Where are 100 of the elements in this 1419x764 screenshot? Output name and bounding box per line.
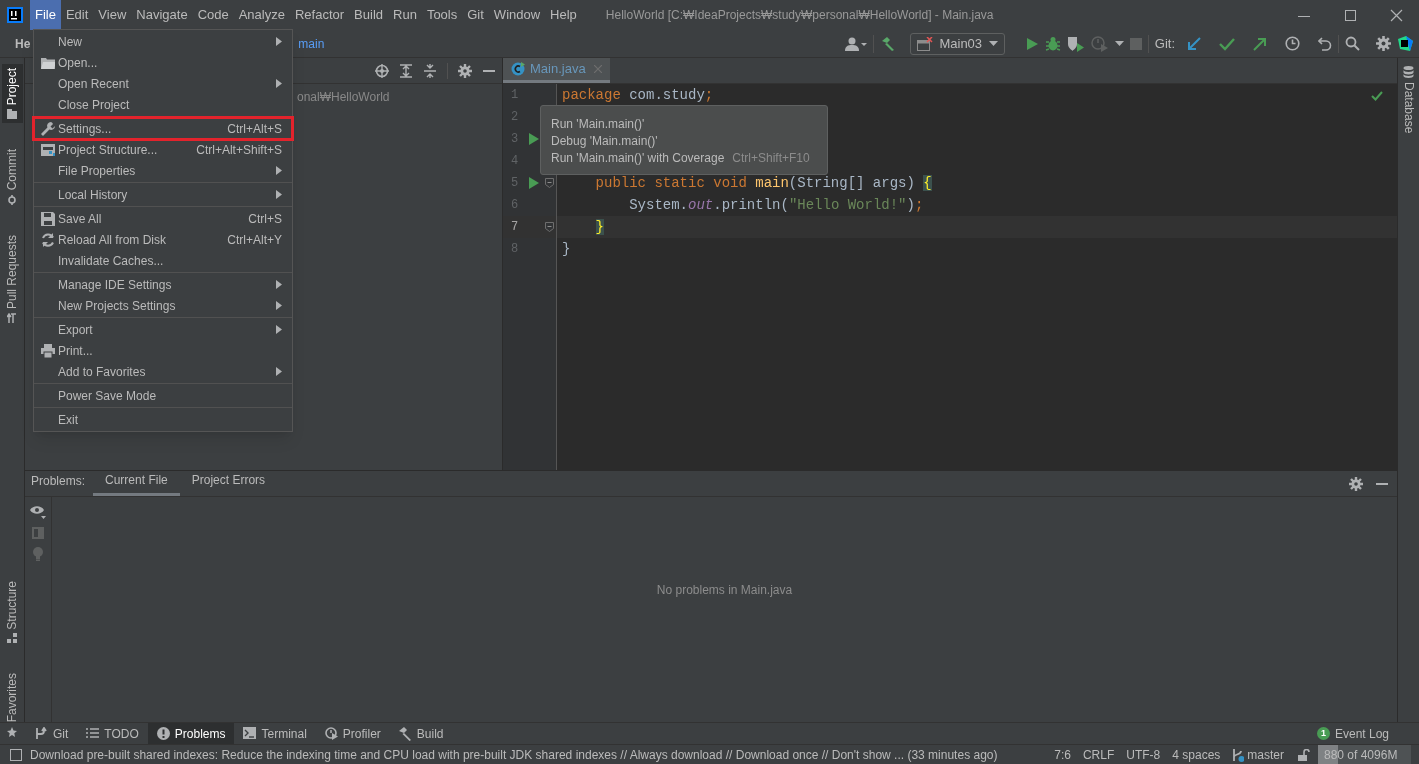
menu-item[interactable]: Code [192,0,234,30]
menu-item[interactable]: Open... [34,52,292,73]
tool-window-tab[interactable]: Build [389,723,453,744]
menu-item[interactable]: View [93,0,132,30]
event-log-button[interactable]: 1 Event Log [1316,723,1419,744]
code-line: } [562,239,571,259]
expand-all-icon[interactable] [399,63,413,78]
user-icon[interactable] [844,36,867,51]
menu-item[interactable]: Add to Favorites [34,361,292,382]
terminal-icon [243,726,257,741]
line-separator[interactable]: CRLF [1076,745,1121,764]
settings-icon[interactable] [1376,36,1391,51]
menu-item[interactable]: Local History [34,184,292,205]
settings-icon[interactable] [458,63,472,78]
menu-item[interactable]: Window [488,0,546,30]
shortcut-text: Ctrl+Shift+F10 [732,149,810,167]
popup-item[interactable]: Run 'Main.main()' [551,114,645,133]
eye-icon[interactable] [30,505,46,519]
file-encoding[interactable]: UTF-8 [1120,745,1167,764]
popup-item[interactable]: Debug 'Main.main()' [551,131,658,150]
breadcrumb-item[interactable]: main [298,34,325,53]
menu-item[interactable]: File Properties [34,160,292,181]
empty-message: No problems in Main.java [656,581,793,599]
menu-item[interactable]: Build [349,0,388,30]
menu-item[interactable]: Tools [421,0,463,30]
memory-indicator[interactable]: 880 of 4096M [1318,745,1411,764]
app-logo-icon [7,7,23,23]
panel-title: Problems: [31,473,86,490]
up-right-arrow-icon[interactable] [1253,36,1267,51]
menu-item[interactable]: Help [545,0,582,30]
star-icon [7,726,17,737]
breadcrumb-item[interactable]: He [15,34,31,53]
fold-marker-icon[interactable] [544,222,554,232]
caret-icon[interactable] [1114,41,1124,46]
cursor-position[interactable]: 7:6 [1048,745,1077,764]
balloon-icon[interactable] [10,748,22,761]
menu-item[interactable]: Open Recent [34,73,292,94]
tool-window-tab[interactable]: Terminal [234,723,316,744]
panel-tab[interactable]: Current File [93,471,180,496]
gauge-run-icon [324,726,338,741]
menu-item[interactable]: File [30,0,61,30]
tool-window-tab[interactable]: Git [26,723,78,744]
line-number: 7 [510,219,520,236]
project-tree-item[interactable]: onal₩HelloWorld [297,90,390,104]
tool-window-tab[interactable]: Commit [1,145,23,209]
run-icon[interactable] [528,177,539,189]
window-title: HelloWorld [C:₩IdeaProjects₩study₩personal₩HelloWorld] - Main.java [605,8,994,22]
wrench-icon [41,121,55,136]
tool-window-tab[interactable]: Profiler [315,723,390,744]
maximize-icon[interactable] [1343,8,1357,22]
clock-icon[interactable] [1285,36,1300,51]
menu-item[interactable]: Print... [34,340,292,361]
menu-item[interactable]: Edit [60,0,94,30]
undo-icon[interactable] [1318,36,1332,51]
menu-item[interactable]: Reload All from Disk Ctrl+Alt+Y [34,229,292,250]
tool-window-tab[interactable]: Database [1398,64,1419,136]
fold-marker-icon[interactable] [544,178,554,188]
git-branch-widget[interactable]: master [1226,745,1290,764]
tool-window-tab[interactable]: Project [1,64,23,124]
indent-setting[interactable]: 4 spaces [1166,745,1227,764]
tool-window-tab[interactable]: TODO [77,723,148,744]
unlocked-icon[interactable] [1298,748,1310,761]
shield-run-icon[interactable] [1066,35,1085,52]
tool-window-tab[interactable]: Problems [147,723,235,744]
menu-item[interactable]: Git [462,0,489,30]
menu-item[interactable]: Exit [34,409,292,430]
run-icon[interactable] [1024,36,1039,51]
menu-item[interactable]: Refactor [289,0,350,30]
menu-item[interactable]: Export [34,319,292,340]
toolbox-logo-icon[interactable] [1397,35,1413,52]
crosshair-icon[interactable] [375,63,389,78]
preview-pane-icon [32,527,44,539]
search-icon[interactable] [1345,36,1360,51]
exclamation-icon [156,726,170,741]
menu-item[interactable]: New Projects Settings [34,295,292,316]
stop-icon [1129,37,1142,50]
settings-icon[interactable] [1349,476,1363,491]
menu-item[interactable]: Invalidate Caches... [34,250,292,271]
run-configuration-dropdown[interactable]: Main03 [909,32,1005,55]
menu-item[interactable]: Power Save Mode [34,385,292,406]
tool-window-tab[interactable]: Structure [1,576,23,648]
menu-item[interactable]: New [34,31,292,52]
menu-item[interactable]: Analyze [233,0,290,30]
menu-item[interactable]: Settings... Ctrl+Alt+S [34,118,292,139]
panel-tab[interactable]: Project Errors [179,471,278,496]
menu-item[interactable]: Save All Ctrl+S [34,208,292,229]
menu-item[interactable]: Run [388,0,422,30]
bug-icon[interactable] [1044,35,1061,52]
collapse-all-icon[interactable] [423,63,437,78]
check-icon[interactable] [1219,36,1235,51]
popup-item[interactable]: Run 'Main.main()' with Coverage [551,148,725,167]
tool-window-tab[interactable]: Favorites [1,669,23,741]
status-message[interactable]: Download pre-built shared indexes: Reduce the indexing time and CPU load with pre-built JDK shared indexes // Always download // Download once // Don't show ... (33 minutes ago) [30,745,998,764]
down-left-arrow-icon[interactable] [1187,36,1201,51]
close-icon[interactable] [1389,8,1403,22]
tool-window-tab[interactable]: Pull Requests [1,230,23,327]
menu-item[interactable]: Project Structure... Ctrl+Alt+Shift+S [34,139,292,160]
menu-item[interactable]: Navigate [131,0,193,30]
menu-item[interactable]: Manage IDE Settings [34,274,292,295]
menu-item[interactable]: Close Project [34,94,292,115]
